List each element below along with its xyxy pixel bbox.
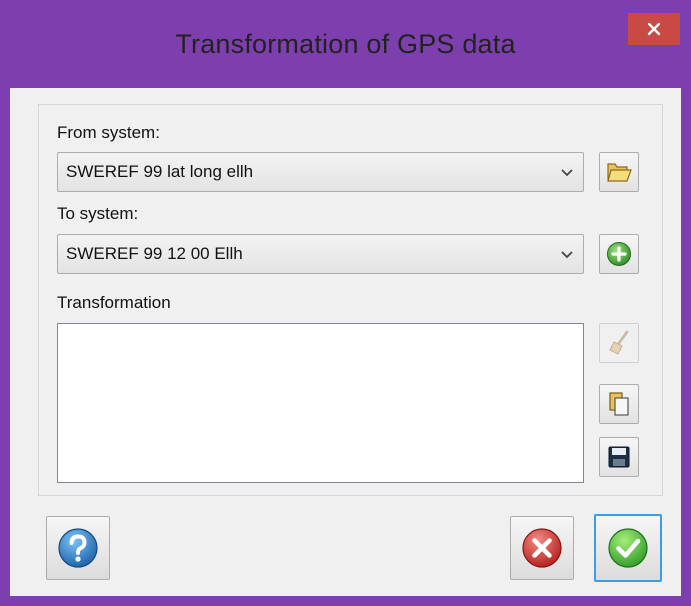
transformation-group: From system: SWEREF 99 lat long ellh To …	[38, 104, 663, 496]
save-button[interactable]	[599, 437, 639, 477]
to-system-select[interactable]: SWEREF 99 12 00 Ellh	[57, 234, 584, 274]
help-button[interactable]	[46, 516, 110, 580]
from-system-label: From system:	[57, 123, 160, 142]
help-icon	[58, 528, 98, 568]
transformation-label: Transformation	[57, 293, 171, 312]
dialog-window: Transformation of GPS data From system: …	[0, 0, 691, 606]
dialog-body: From system: SWEREF 99 lat long ellh To …	[10, 88, 681, 596]
cancel-icon	[522, 528, 562, 568]
close-button[interactable]	[628, 13, 680, 45]
window-title: Transformation of GPS data	[175, 29, 516, 59]
copy-button[interactable]	[599, 384, 639, 424]
folder-open-icon	[607, 163, 632, 182]
ok-button[interactable]	[594, 514, 662, 582]
broom-icon	[609, 330, 629, 355]
from-system-value: SWEREF 99 lat long ellh	[66, 162, 254, 181]
transformation-textarea[interactable]	[57, 323, 584, 483]
chevron-down-icon	[561, 251, 573, 259]
floppy-disk-icon	[608, 446, 630, 468]
close-icon	[647, 22, 661, 36]
to-system-value: SWEREF 99 12 00 Ellh	[66, 244, 243, 263]
title-bar: Transformation of GPS data	[0, 0, 691, 88]
chevron-down-icon	[561, 169, 573, 177]
add-icon	[607, 242, 631, 266]
from-system-select[interactable]: SWEREF 99 lat long ellh	[57, 152, 584, 192]
to-system-label: To system:	[57, 204, 139, 223]
open-system-button[interactable]	[599, 152, 639, 192]
copy-icon	[609, 392, 629, 416]
add-system-button[interactable]	[599, 234, 639, 274]
cancel-button[interactable]	[510, 516, 574, 580]
clear-button[interactable]	[599, 323, 639, 363]
check-icon	[608, 528, 648, 568]
